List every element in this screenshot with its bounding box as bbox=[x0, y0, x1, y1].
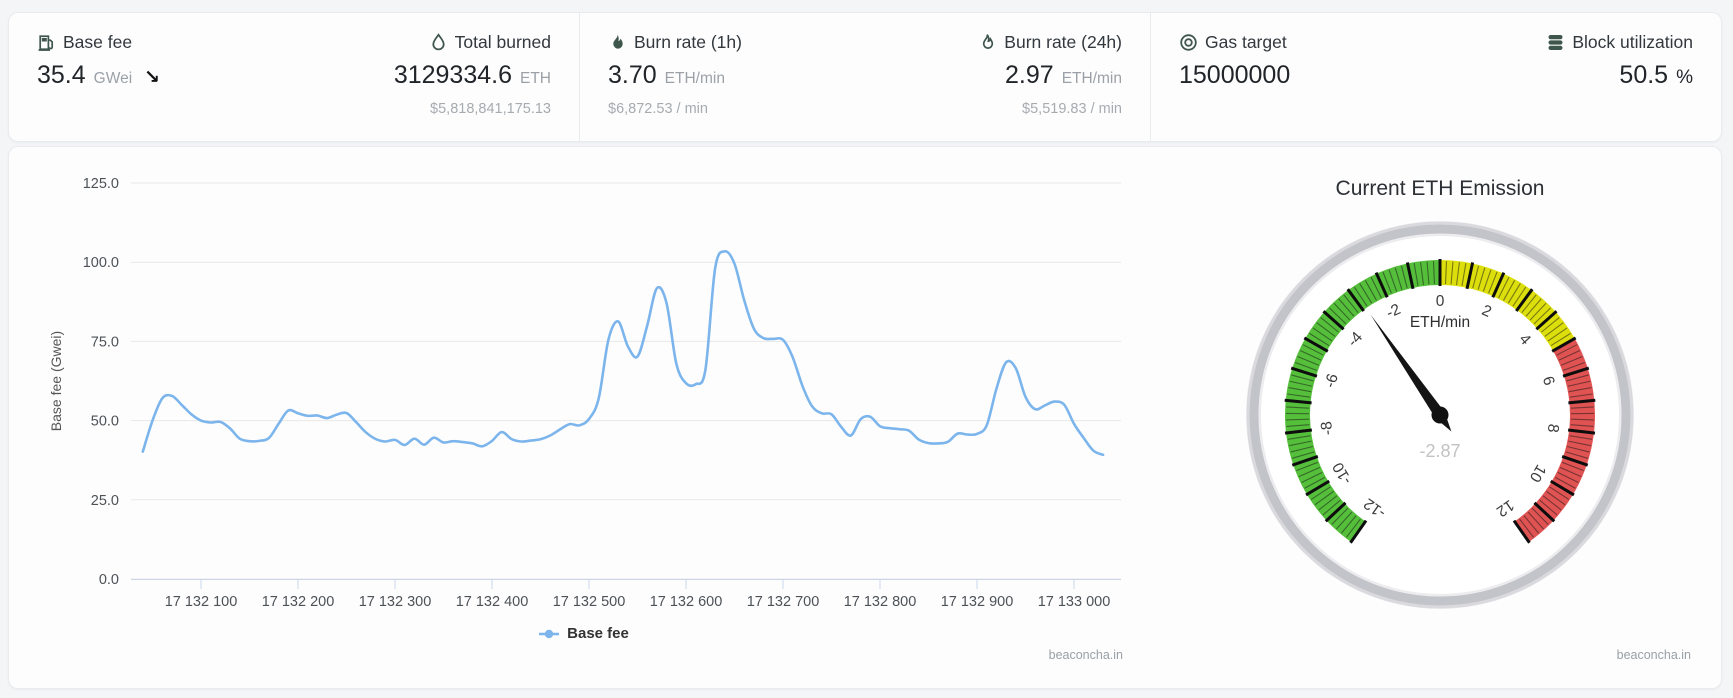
svg-text:-8: -8 bbox=[1318, 420, 1336, 436]
watermark: beaconcha.in bbox=[1048, 648, 1123, 662]
svg-text:100.0: 100.0 bbox=[83, 255, 119, 271]
stat-value: 35.4 bbox=[37, 61, 86, 89]
stats-group-fees: Base fee 35.4 GWei ↘ Total burned 312933… bbox=[9, 13, 579, 141]
stat-value: 3.70 bbox=[608, 61, 657, 89]
svg-text:17 132 900: 17 132 900 bbox=[941, 594, 1014, 610]
legend-marker-icon bbox=[539, 629, 560, 638]
stats-group-burn-rates: Burn rate (1h) 3.70 ETH/min $6,872.53 / … bbox=[579, 13, 1150, 141]
base-fee-chart: 0.0 25.0 50.0 75.0 100.0 125.0 Base fee (Gwei)… bbox=[9, 147, 1159, 688]
stat-gas-target: Gas target 15000000 bbox=[1179, 13, 1290, 141]
stat-total-burned: Total burned 3129334.6 ETH $5,818,841,17… bbox=[394, 13, 551, 141]
svg-text:17 132 700: 17 132 700 bbox=[747, 594, 820, 610]
svg-text:17 132 400: 17 132 400 bbox=[456, 594, 529, 610]
stat-value: 50.5 bbox=[1619, 61, 1669, 89]
base-fee-line-chart-canvas[interactable]: 0.0 25.0 50.0 75.0 100.0 125.0 Base fee (Gwei)… bbox=[9, 147, 1159, 617]
svg-text:17 132 300: 17 132 300 bbox=[359, 594, 432, 610]
stat-value: 2.97 bbox=[1005, 61, 1054, 89]
stat-label: Base fee bbox=[63, 32, 133, 52]
stat-label: Burn rate (24h) bbox=[1004, 32, 1122, 52]
stat-label: Gas target bbox=[1205, 32, 1287, 52]
stats-bar: Base fee 35.4 GWei ↘ Total burned 312933… bbox=[8, 12, 1722, 142]
flame-icon bbox=[978, 33, 997, 52]
eth-emission-gauge-canvas[interactable]: -12-10-8-6-4-2 024681012ETH/min-2.87 bbox=[1238, 209, 1642, 621]
stat-unit: ETH bbox=[520, 70, 551, 87]
svg-text:17 132 600: 17 132 600 bbox=[650, 594, 723, 610]
svg-text:0.0: 0.0 bbox=[99, 572, 119, 588]
burn-dashboard: Base fee 35.4 GWei ↘ Total burned 312933… bbox=[0, 0, 1733, 698]
target-icon bbox=[1179, 33, 1198, 52]
svg-text:17 132 100: 17 132 100 bbox=[165, 594, 238, 610]
stat-usd-sub: $5,818,841,175.13 bbox=[430, 101, 551, 117]
svg-text:17 132 200: 17 132 200 bbox=[262, 594, 335, 610]
water-drop-icon bbox=[429, 33, 448, 52]
stat-label: Total burned bbox=[454, 32, 551, 52]
stat-unit: ETH/min bbox=[1061, 70, 1122, 87]
legend-item-base-fee[interactable]: Base fee bbox=[9, 625, 1159, 642]
stat-unit: ETH/min bbox=[664, 70, 725, 87]
stack-icon bbox=[1546, 33, 1565, 52]
trend-down-icon: ↘ bbox=[144, 67, 161, 88]
stat-base-fee: Base fee 35.4 GWei ↘ bbox=[37, 13, 160, 141]
stat-value: 15000000 bbox=[1179, 61, 1291, 89]
stat-label: Block utilization bbox=[1572, 32, 1693, 52]
stat-block-utilization: Block utilization 50.5 % bbox=[1546, 13, 1693, 141]
stat-label: Burn rate (1h) bbox=[634, 32, 742, 52]
stats-group-gas: Gas target 15000000 Block utilization 50… bbox=[1150, 13, 1721, 141]
svg-text:50.0: 50.0 bbox=[91, 414, 119, 430]
svg-text:ETH/min: ETH/min bbox=[1410, 314, 1470, 331]
eth-emission-gauge: Current ETH Emission -12 -10 -8 -6 -4 -2 0 2 4 6 8… bbox=[1159, 147, 1721, 688]
stat-value: 3129334.6 bbox=[393, 61, 512, 89]
watermark: beaconcha.in bbox=[1616, 648, 1691, 662]
svg-text:17 132 800: 17 132 800 bbox=[844, 594, 917, 610]
stat-unit: % bbox=[1676, 67, 1693, 88]
svg-text:17 133 000: 17 133 000 bbox=[1038, 594, 1111, 610]
legend-label: Base fee bbox=[567, 625, 629, 642]
svg-text:Base fee (Gwei): Base fee (Gwei) bbox=[48, 331, 64, 431]
stat-usd-sub: $5,519.83 / min bbox=[1022, 101, 1122, 117]
flame-icon bbox=[608, 33, 627, 52]
svg-text:0: 0 bbox=[1436, 293, 1445, 310]
fuel-pump-icon bbox=[37, 33, 56, 52]
svg-text:75.0: 75.0 bbox=[91, 334, 119, 350]
svg-text:25.0: 25.0 bbox=[91, 493, 119, 509]
stat-burn-rate-24h: Burn rate (24h) 2.97 ETH/min $5,519.83 /… bbox=[978, 13, 1122, 141]
svg-text:-2.87: -2.87 bbox=[1419, 441, 1460, 461]
stat-unit: GWei bbox=[93, 70, 133, 87]
gauge-title: Current ETH Emission bbox=[1335, 177, 1545, 200]
svg-text:17 132 500: 17 132 500 bbox=[553, 594, 626, 610]
stat-burn-rate-1h: Burn rate (1h) 3.70 ETH/min $6,872.53 / … bbox=[608, 13, 742, 141]
svg-text:125.0: 125.0 bbox=[83, 176, 119, 192]
stat-usd-sub: $6,872.53 / min bbox=[608, 101, 708, 117]
charts-panel: 0.0 25.0 50.0 75.0 100.0 125.0 Base fee (Gwei)… bbox=[8, 146, 1722, 689]
